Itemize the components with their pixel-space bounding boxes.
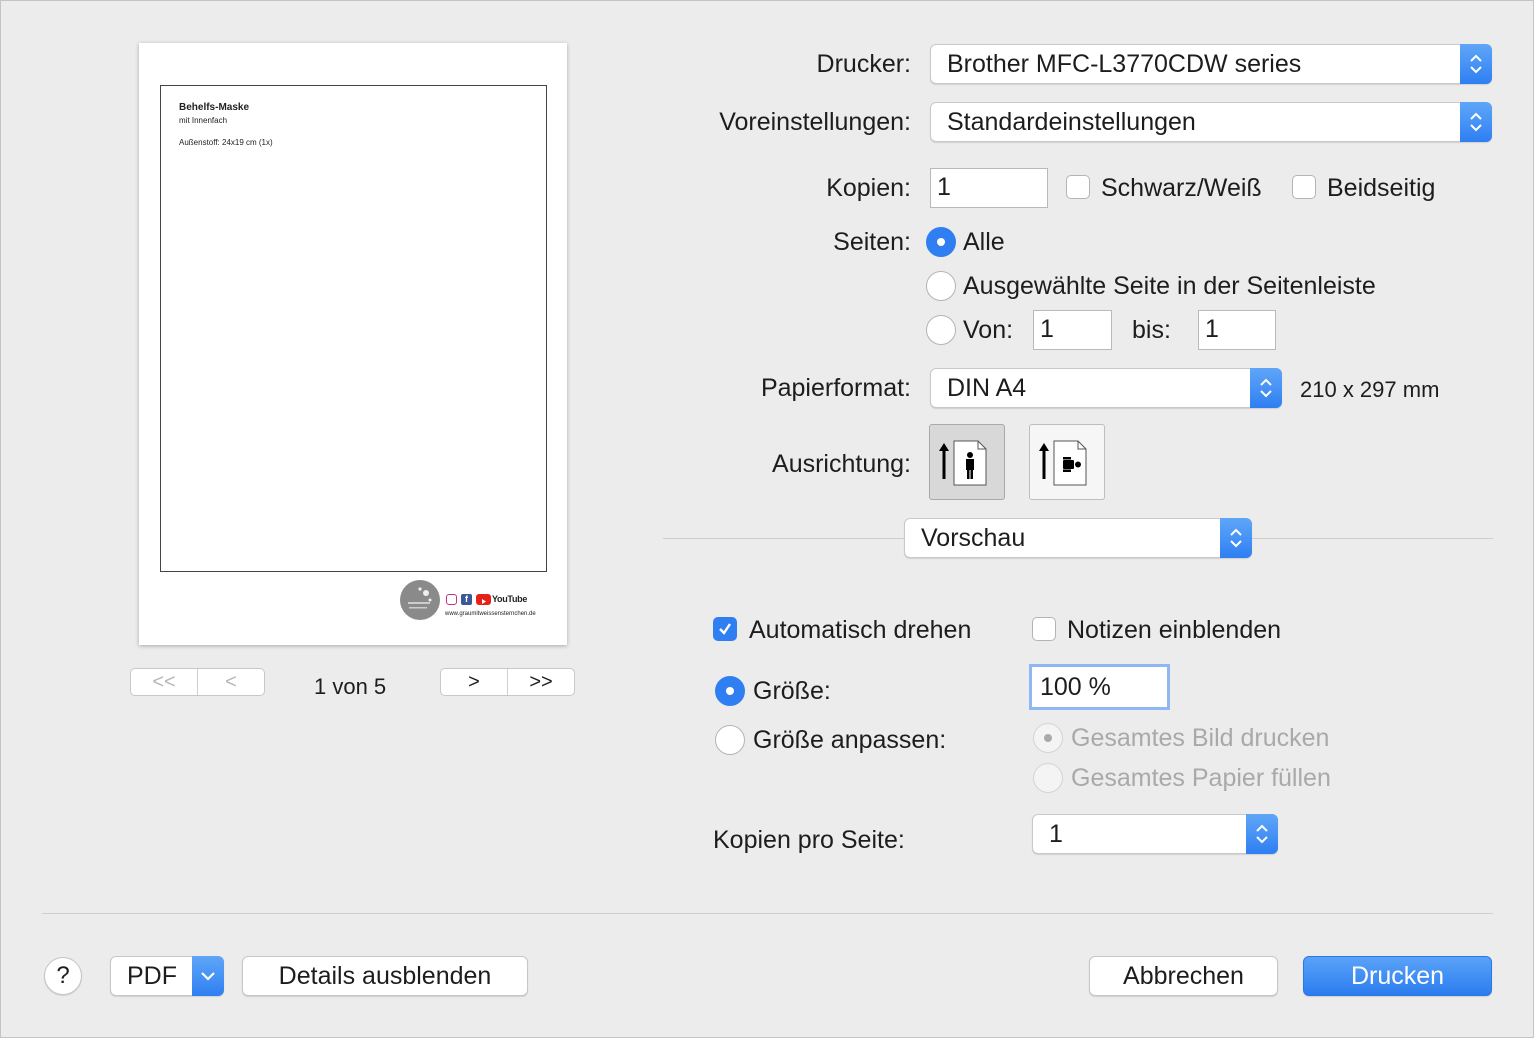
paper-dimensions: 210 x 297 mm: [1300, 377, 1440, 402]
pages-all-radio[interactable]: [926, 227, 956, 257]
copies-per-page-popup[interactable]: 1: [1032, 814, 1278, 854]
show-notes-label: Notizen einblenden: [1067, 616, 1282, 644]
youtube-label: YouTube: [492, 594, 528, 604]
orientation-portrait-button[interactable]: [929, 424, 1005, 500]
black-white-label: Schwarz/Weiß: [1101, 174, 1262, 202]
footer-url: www.graumitweissensternchen.de: [445, 611, 536, 617]
paper-size-value: DIN A4: [947, 374, 1027, 402]
preview-text-line: Außenstoff: 24x19 cm (1x): [179, 138, 273, 147]
popup-stepper-icon: [1250, 368, 1282, 408]
printer-label: Drucker:: [816, 50, 911, 78]
pdf-label: PDF: [127, 962, 177, 990]
printer-popup[interactable]: Brother MFC-L3770CDW series: [930, 44, 1492, 84]
copies-field[interactable]: 1: [930, 168, 1048, 208]
portrait-icon: [939, 440, 987, 486]
help-button[interactable]: ?: [44, 957, 82, 995]
last-page-button[interactable]: >>: [507, 669, 574, 695]
fit-size-label: Größe anpassen:: [753, 726, 947, 754]
size-label: Größe:: [753, 677, 831, 705]
fit-size-radio[interactable]: [715, 725, 745, 755]
brand-logo: [400, 580, 440, 620]
instagram-icon: [446, 594, 457, 605]
page-nav-back: << <: [130, 668, 265, 696]
pages-from-field[interactable]: 1: [1033, 310, 1112, 350]
pages-range-radio[interactable]: [926, 315, 956, 345]
pages-selected-radio[interactable]: [926, 271, 956, 301]
copies-per-page-value: 1: [1049, 820, 1063, 848]
page-preview: Behelfs-Maske mit Innenfach Außenstoff: …: [139, 43, 567, 645]
preview-title: Behelfs-Maske: [179, 102, 250, 113]
auto-rotate-label: Automatisch drehen: [749, 616, 972, 644]
copies-per-page-label: Kopien pro Seite:: [713, 826, 905, 854]
fill-paper-radio[interactable]: [1033, 763, 1063, 793]
presets-label: Voreinstellungen:: [719, 108, 911, 136]
next-page-button[interactable]: >: [441, 669, 507, 695]
previous-page-button[interactable]: <: [197, 669, 264, 695]
page-indicator: 1 von 5: [314, 674, 387, 699]
pages-to-field[interactable]: 1: [1198, 310, 1276, 350]
black-white-checkbox[interactable]: [1066, 175, 1090, 199]
cancel-button[interactable]: Abbrechen: [1089, 956, 1278, 996]
chevron-down-icon: [192, 956, 224, 996]
pages-all-label: Alle: [963, 228, 1005, 256]
paper-size-popup[interactable]: DIN A4: [930, 368, 1282, 408]
hide-details-button[interactable]: Details ausblenden: [242, 956, 528, 996]
preview-subtitle: mit Innenfach: [179, 116, 228, 125]
pages-from-label: Von:: [963, 316, 1014, 344]
section-popup-value: Vorschau: [921, 524, 1026, 552]
popup-stepper-icon: [1460, 102, 1492, 142]
paper-size-label: Papierformat:: [760, 374, 911, 402]
youtube-icon: [476, 594, 491, 605]
landscape-icon: [1039, 440, 1087, 486]
orientation-landscape-button[interactable]: [1029, 424, 1105, 500]
popup-stepper-icon: [1246, 814, 1278, 854]
size-field[interactable]: 100 %: [1029, 664, 1170, 710]
size-radio[interactable]: [715, 676, 745, 706]
copies-label: Kopien:: [826, 174, 911, 202]
pages-selected-label: Ausgewählte Seite in der Seitenleiste: [963, 272, 1376, 300]
print-button[interactable]: Drucken: [1303, 956, 1492, 996]
show-notes-checkbox[interactable]: [1032, 617, 1056, 641]
pages-label: Seiten:: [833, 228, 911, 256]
footer-separator: [42, 913, 1493, 914]
print-dialog: Behelfs-Maske mit Innenfach Außenstoff: …: [0, 0, 1534, 1038]
print-entire-image-label: Gesamtes Bild drucken: [1071, 724, 1330, 752]
page-nav-forward: > >>: [440, 668, 575, 696]
popup-stepper-icon: [1460, 44, 1492, 84]
popup-stepper-icon: [1220, 518, 1252, 558]
page-content-frame: Behelfs-Maske mit Innenfach Außenstoff: …: [160, 85, 547, 572]
duplex-label: Beidseitig: [1327, 174, 1436, 202]
fill-paper-label: Gesamtes Papier füllen: [1071, 764, 1331, 792]
pages-to-label: bis:: [1132, 316, 1171, 344]
printer-value: Brother MFC-L3770CDW series: [947, 50, 1302, 78]
first-page-button[interactable]: <<: [131, 669, 197, 695]
presets-popup[interactable]: Standardeinstellungen: [930, 102, 1492, 142]
facebook-icon: f: [461, 594, 472, 605]
auto-rotate-checkbox[interactable]: [713, 617, 737, 641]
orientation-label: Ausrichtung:: [772, 450, 911, 478]
pdf-menu-button[interactable]: PDF: [110, 956, 224, 996]
duplex-checkbox[interactable]: [1292, 175, 1316, 199]
section-popup[interactable]: Vorschau: [904, 518, 1252, 558]
presets-value: Standardeinstellungen: [947, 108, 1196, 136]
checkmark-icon: [719, 623, 731, 635]
print-entire-image-radio[interactable]: [1033, 723, 1063, 753]
